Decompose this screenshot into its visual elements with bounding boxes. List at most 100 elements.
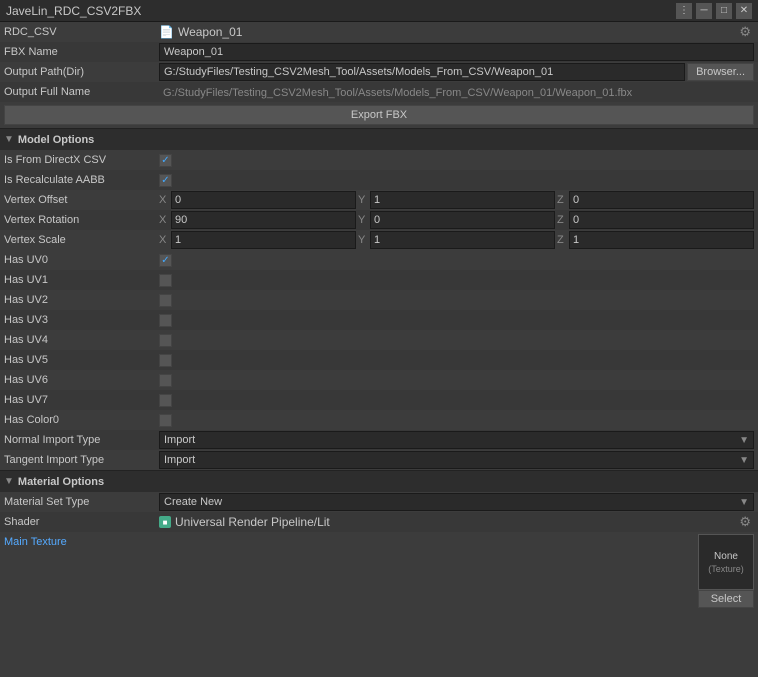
texture-type-text: (Texture) <box>708 564 744 574</box>
fbx-name-input[interactable] <box>159 43 754 61</box>
normal-import-type-label: Normal Import Type <box>4 434 159 446</box>
vertex-scale-z-label: Z <box>557 234 567 246</box>
tangent-import-type-dropdown[interactable]: Import ▼ <box>159 451 754 469</box>
title-bar-left: JaveLin_RDC_CSV2FBX <box>6 4 141 18</box>
title-bar: JaveLin_RDC_CSV2FBX ⋮ ─ □ ✕ <box>0 0 758 22</box>
browser-btn[interactable]: Browser... <box>687 63 754 81</box>
vertex-offset-xyz: X Y Z <box>159 191 754 209</box>
material-set-type-text: Create New <box>164 496 222 508</box>
vertex-offset-y-label: Y <box>358 194 368 206</box>
tangent-import-type-value: Import ▼ <box>159 451 754 469</box>
vertex-rotation-x-input[interactable] <box>171 211 356 229</box>
maximize-btn[interactable]: □ <box>716 3 732 19</box>
vertex-rotation-z-label: Z <box>557 214 567 226</box>
vertex-rotation-y-input[interactable] <box>370 211 555 229</box>
vertex-offset-value: X Y Z <box>159 191 754 209</box>
uv-channel-4-value <box>159 334 754 347</box>
uv-channel-7-row: Has UV7 <box>0 390 758 410</box>
close-btn[interactable]: ✕ <box>736 3 752 19</box>
vertex-rotation-label: Vertex Rotation <box>4 214 159 226</box>
vertex-rotation-x-label: X <box>159 214 169 226</box>
vertex-scale-z-input[interactable] <box>569 231 754 249</box>
uv-channel-6-checkbox[interactable] <box>159 374 172 387</box>
shader-settings-btn[interactable]: ⚙ <box>736 514 754 530</box>
normal-import-type-dropdown[interactable]: Import ▼ <box>159 431 754 449</box>
material-options-header[interactable]: ▼ Material Options <box>0 470 758 492</box>
normal-import-type-value: Import ▼ <box>159 431 754 449</box>
model-options-header[interactable]: ▼ Model Options <box>0 128 758 150</box>
uv-channel-5-value <box>159 354 754 367</box>
vertex-offset-label: Vertex Offset <box>4 194 159 206</box>
material-options-arrow: ▼ <box>4 476 14 487</box>
export-fbx-btn[interactable]: Export FBX <box>4 105 754 125</box>
is-recalc-aabb-checkbox[interactable]: ✓ <box>159 174 172 187</box>
normal-import-type-arrow: ▼ <box>739 435 749 446</box>
model-options-arrow: ▼ <box>4 134 14 145</box>
uv-channel-7-checkbox[interactable] <box>159 394 172 407</box>
uv-channel-2-value <box>159 294 754 307</box>
vertex-offset-x-input[interactable] <box>171 191 356 209</box>
title-bar-controls: ⋮ ─ □ ✕ <box>676 3 752 19</box>
rdc-csv-filename: Weapon_01 <box>178 25 243 39</box>
window-menu-btn[interactable]: ⋮ <box>676 3 692 19</box>
uv-channel-2-row: Has UV2 <box>0 290 758 310</box>
material-set-type-dropdown[interactable]: Create New ▼ <box>159 493 754 511</box>
material-set-type-arrow: ▼ <box>739 497 749 508</box>
uv-channel-4-row: Has UV4 <box>0 330 758 350</box>
uv-channel-0-checkbox[interactable]: ✓ <box>159 254 172 267</box>
normal-import-type-text: Import <box>164 434 195 446</box>
uv-channel-1-value <box>159 274 754 287</box>
title-bar-title: JaveLin_RDC_CSV2FBX <box>6 4 141 18</box>
texture-select-btn[interactable]: Select <box>698 590 754 608</box>
is-recalc-aabb-label: Is Recalculate AABB <box>4 174 159 186</box>
tangent-import-type-row: Tangent Import Type Import ▼ <box>0 450 758 470</box>
is-directx-row: Is From DirectX CSV ✓ <box>0 150 758 170</box>
uv-channel-1-checkbox[interactable] <box>159 274 172 287</box>
output-path-value: Browser... <box>159 63 754 81</box>
is-directx-label: Is From DirectX CSV <box>4 154 159 166</box>
main-texture-section: Main Texture None (Texture) Select <box>0 532 758 610</box>
output-path-label: Output Path(Dir) <box>4 66 159 78</box>
material-set-type-value: Create New ▼ <box>159 493 754 511</box>
vertex-rotation-xyz: X Y Z <box>159 211 754 229</box>
uv-channel-4-checkbox[interactable] <box>159 334 172 347</box>
fbx-name-value <box>159 43 754 61</box>
output-path-input[interactable] <box>159 63 685 81</box>
vertex-scale-x-input[interactable] <box>171 231 356 249</box>
is-directx-checkbox[interactable]: ✓ <box>159 154 172 167</box>
minimize-btn[interactable]: ─ <box>696 3 712 19</box>
model-options-title: Model Options <box>18 134 94 146</box>
output-full-name-value: G:/StudyFiles/Testing_CSV2Mesh_Tool/Asse… <box>159 85 754 99</box>
shader-label: Shader <box>4 516 159 528</box>
vertex-offset-y-input[interactable] <box>370 191 555 209</box>
rdc-csv-value-inner: 📄 Weapon_01 <box>159 25 736 39</box>
vertex-rotation-y-label: Y <box>358 214 368 226</box>
vertex-rotation-z-input[interactable] <box>569 211 754 229</box>
uv-channel-0-label: Has UV0 <box>4 254 159 266</box>
uv-channel-4-label: Has UV4 <box>4 334 159 346</box>
vertex-scale-row: Vertex Scale X Y Z <box>0 230 758 250</box>
vertex-scale-label: Vertex Scale <box>4 234 159 246</box>
rdc-csv-row: RDC_CSV 📄 Weapon_01 ⚙ <box>0 22 758 42</box>
uv-channel-5-checkbox[interactable] <box>159 354 172 367</box>
uv-channel-2-checkbox[interactable] <box>159 294 172 307</box>
uv-channel-3-checkbox[interactable] <box>159 314 172 327</box>
uv-channel-7-label: Has UV7 <box>4 394 159 406</box>
material-set-type-label: Material Set Type <box>4 496 159 508</box>
export-btn-row: Export FBX <box>0 102 758 128</box>
vertex-rotation-value: X Y Z <box>159 211 754 229</box>
uv-channel-6-row: Has UV6 <box>0 370 758 390</box>
output-full-name-row: Output Full Name G:/StudyFiles/Testing_C… <box>0 82 758 102</box>
texture-box[interactable]: None (Texture) <box>698 534 754 590</box>
tangent-import-type-arrow: ▼ <box>739 455 749 466</box>
has-color0-checkbox[interactable] <box>159 414 172 427</box>
tangent-import-type-text: Import <box>164 454 195 466</box>
texture-none-text: None <box>714 551 738 562</box>
rdc-settings-btn[interactable]: ⚙ <box>736 24 754 40</box>
uv-channel-6-label: Has UV6 <box>4 374 159 386</box>
material-set-type-row: Material Set Type Create New ▼ <box>0 492 758 512</box>
vertex-offset-z-input[interactable] <box>569 191 754 209</box>
main-texture-label: Main Texture <box>4 534 159 548</box>
vertex-scale-y-input[interactable] <box>370 231 555 249</box>
uv-channel-3-row: Has UV3 <box>0 310 758 330</box>
